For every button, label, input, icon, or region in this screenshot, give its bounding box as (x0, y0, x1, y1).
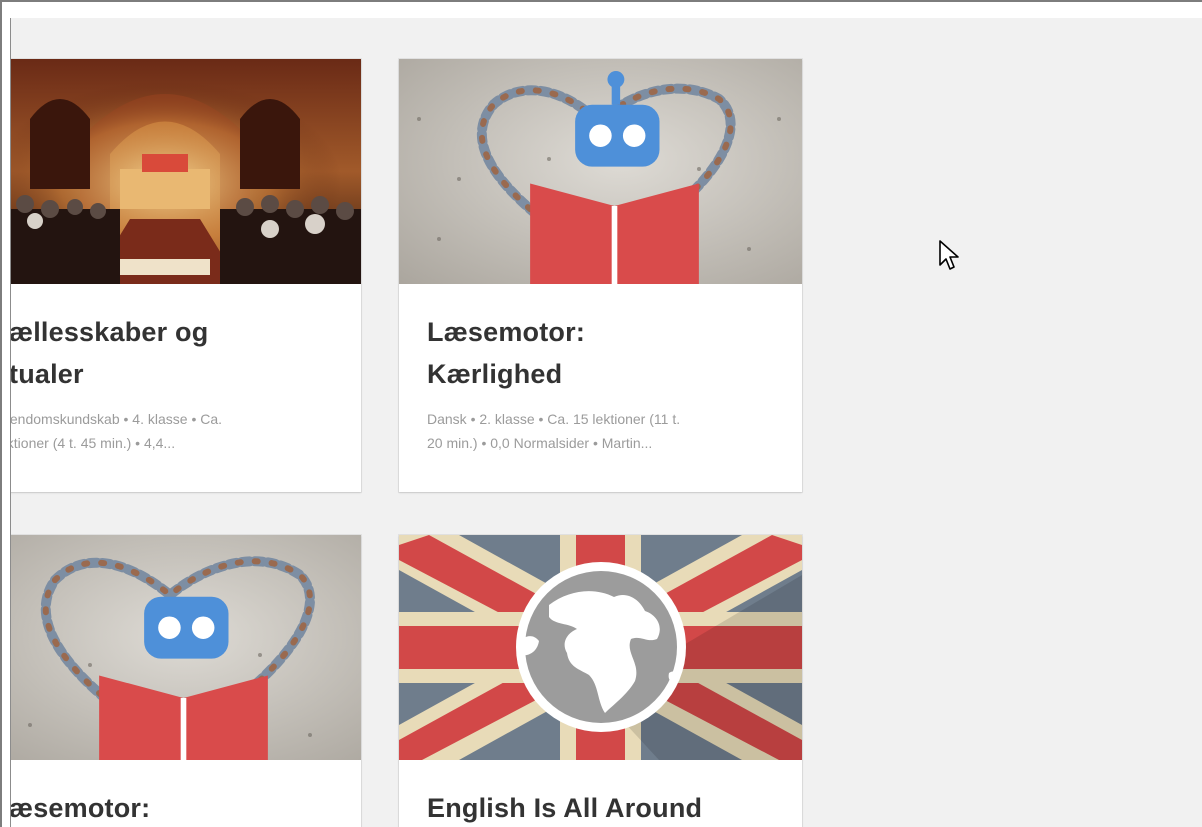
card-title[interactable]: æsemotor: (10, 787, 349, 827)
card-image-church (10, 59, 361, 284)
course-grid: ællesskaber og tualer stendomskundskab •… (10, 18, 1202, 827)
course-card-laesemotor-kaerlighed[interactable]: Læsemotor: Kærlighed Dansk • 2. klasse •… (399, 59, 802, 492)
card-image-stone-heart (10, 535, 361, 760)
browser-viewport: ællesskaber og tualer stendomskundskab •… (0, 0, 1202, 827)
card-meta: Dansk • 2. klasse • Ca. 15 lektioner (11… (427, 407, 777, 455)
arrow-cursor-icon (939, 240, 959, 270)
course-card-laesemotor[interactable]: æsemotor: (10, 535, 361, 827)
course-card-english-is-all-around[interactable]: English Is All Around (399, 535, 802, 827)
card-image-union-jack (399, 535, 802, 760)
card-title-line: æsemotor: (10, 793, 151, 823)
robot-book-badge (99, 596, 268, 760)
card-meta: stendomskundskab • 4. klasse • Ca. ektio… (10, 407, 349, 455)
card-title-line: Kærlighed (427, 359, 563, 389)
card-title[interactable]: English Is All Around (427, 787, 767, 827)
frame-divider (10, 18, 11, 827)
course-card-faellesskaber[interactable]: ællesskaber og tualer stendomskundskab •… (10, 59, 361, 492)
card-title-line: Læsemotor: (427, 317, 586, 347)
card-meta-line: stendomskundskab • 4. klasse • Ca. (10, 411, 223, 427)
card-meta-line: 20 min.) • 0,0 Normalsider • Martin... (427, 435, 653, 451)
card-meta-line: Dansk • 2. klasse • Ca. 15 lektioner (11… (427, 411, 681, 427)
card-meta-line: ektioner (4 t. 45 min.) • 4,4... (10, 435, 176, 451)
card-title[interactable]: Læsemotor: Kærlighed (427, 311, 767, 395)
robot-book-badge (530, 71, 699, 284)
card-image-stone-heart (399, 59, 802, 284)
card-title-line: ællesskaber og (10, 317, 209, 347)
card-title[interactable]: ællesskaber og tualer (10, 311, 349, 395)
card-title-line: English Is All Around (427, 793, 703, 823)
card-title-line: tualer (10, 359, 84, 389)
